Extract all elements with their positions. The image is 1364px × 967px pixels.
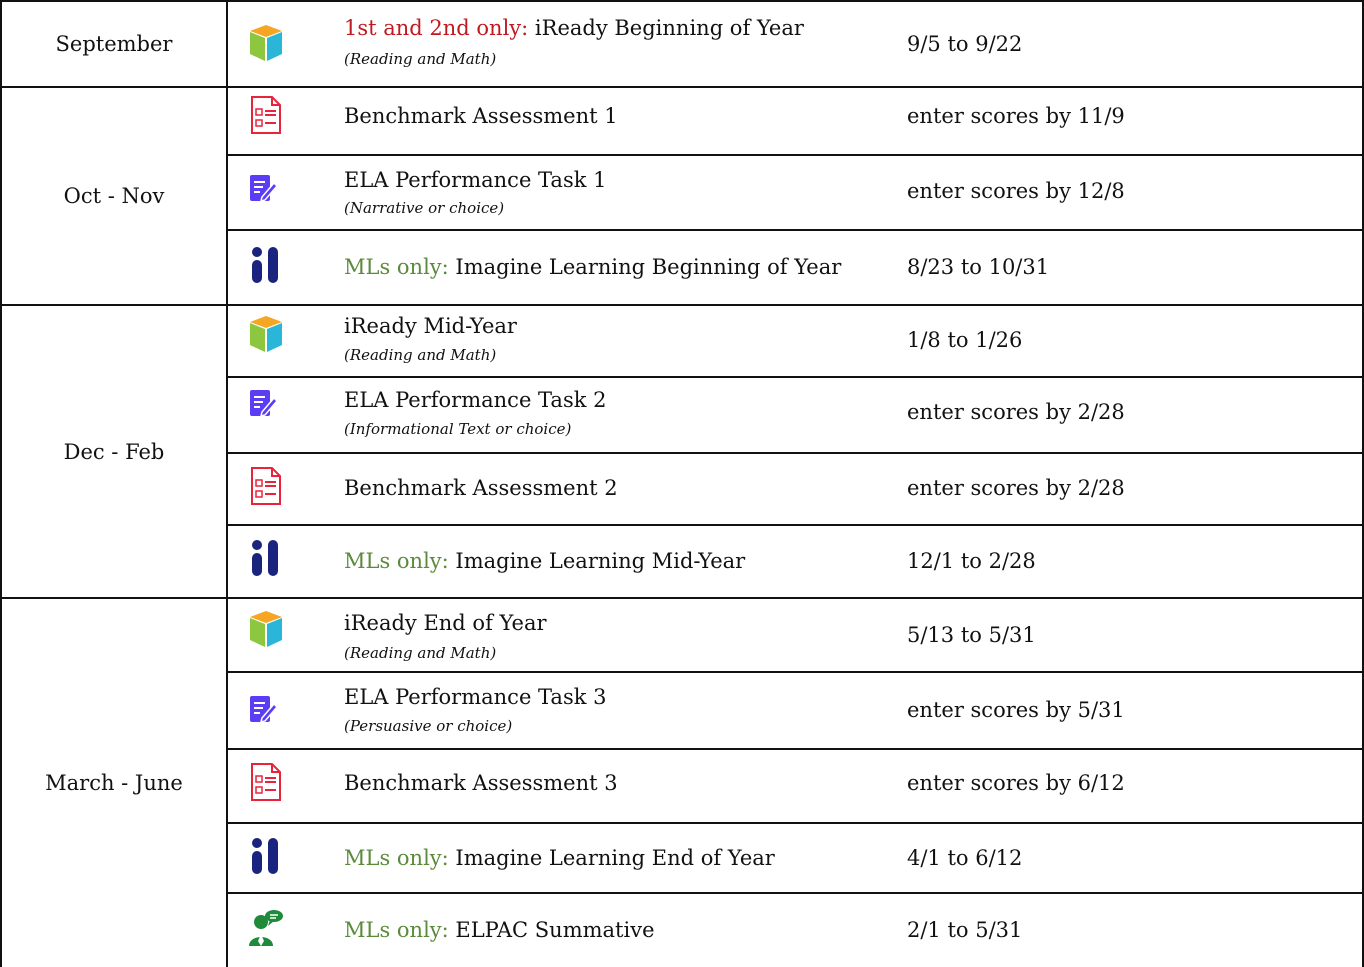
checklist-document-icon: [248, 466, 284, 506]
assessment-date: enter scores by 2/28: [907, 476, 1125, 500]
imagine-learning-icon: [248, 836, 284, 876]
iready-cube-icon: [248, 609, 284, 649]
assessment-name: ELA Performance Task 1: [344, 168, 607, 192]
ml-prefix: MLs only:: [344, 255, 456, 279]
assessment-subtitle: (Persuasive or choice): [344, 717, 513, 735]
assessment-title: Benchmark Assessment 3: [344, 771, 618, 795]
assessment-title: Benchmark Assessment 1: [344, 104, 618, 128]
edit-document-icon: [248, 694, 280, 724]
assessment-name: iReady Beginning of Year: [534, 16, 804, 40]
assessment-row: iReady End of Year (Reading and Math) 5/…: [228, 599, 1362, 671]
assessment-subtitle: (Informational Text or choice): [344, 420, 572, 438]
assessment-row: ELA Performance Task 2 (Informational Te…: [228, 378, 1362, 452]
assessment-name: ELPAC Summative: [455, 918, 655, 942]
assessment-title: ELA Performance Task 2: [344, 388, 606, 412]
assessment-title: ELA Performance Task 3: [344, 685, 606, 709]
period-label-oct-nov: Oct - Nov: [63, 184, 165, 208]
assessment-subtitle: (Reading and Math): [344, 644, 497, 662]
assessment-date: enter scores by 6/12: [907, 771, 1125, 795]
assessment-subtitle: (Narrative or choice): [344, 199, 505, 217]
assessment-row: MLs only: Imagine Learning Beginning of …: [228, 231, 1362, 304]
ml-prefix: MLs only:: [344, 918, 456, 942]
checklist-document-icon: [248, 762, 284, 802]
assessment-calendar-table: September Oct - Nov Dec - Feb March - Ju…: [0, 0, 1364, 967]
assessment-date: 5/13 to 5/31: [907, 623, 1036, 647]
assessment-title: iReady Mid-Year: [344, 314, 517, 338]
assessment-row: Benchmark Assessment 1 enter scores by 1…: [228, 88, 1362, 154]
assessment-date: 4/1 to 6/12: [907, 846, 1023, 870]
assessment-row: Benchmark Assessment 2 enter scores by 2…: [228, 454, 1362, 524]
grade-prefix: 1st and 2nd only:: [344, 16, 535, 40]
assessment-title: MLs only: Imagine Learning Beginning of …: [344, 255, 841, 279]
assessment-row: MLs only: Imagine Learning End of Year 4…: [228, 824, 1362, 892]
assessment-name: Benchmark Assessment 1: [344, 104, 618, 128]
assessment-row: 1st and 2nd only: iReady Beginning of Ye…: [228, 2, 1362, 86]
assessment-date: enter scores by 12/8: [907, 179, 1125, 203]
ml-prefix: MLs only:: [344, 549, 456, 573]
assessment-title: ELA Performance Task 1: [344, 168, 606, 192]
period-label-dec-feb: Dec - Feb: [63, 439, 165, 464]
assessment-name: iReady Mid-Year: [344, 314, 517, 338]
assessment-name: iReady End of Year: [344, 611, 547, 635]
assessment-title: iReady End of Year: [344, 611, 547, 635]
checklist-document-icon: [248, 95, 284, 135]
assessment-date: enter scores by 5/31: [907, 698, 1125, 722]
assessment-date: 1/8 to 1/26: [907, 328, 1023, 352]
assessment-row: iReady Mid-Year (Reading and Math) 1/8 t…: [228, 306, 1362, 376]
assessment-date: 2/1 to 5/31: [907, 918, 1023, 942]
iready-cube-icon: [248, 314, 284, 354]
assessment-title: MLs only: ELPAC Summative: [344, 918, 655, 942]
assessment-name: ELA Performance Task 3: [344, 685, 607, 709]
assessment-row: MLs only: Imagine Learning Mid-Year 12/1…: [228, 526, 1362, 597]
iready-cube-icon: [248, 23, 284, 63]
assessment-name: Benchmark Assessment 2: [344, 476, 618, 500]
assessment-row: ELA Performance Task 1 (Narrative or cho…: [228, 156, 1362, 229]
assessment-name: Imagine Learning Beginning of Year: [455, 255, 842, 279]
assessment-row: MLs only: ELPAC Summative 2/1 to 5/31: [228, 894, 1362, 967]
assessment-name: Imagine Learning Mid-Year: [455, 549, 746, 573]
assessment-name: Imagine Learning End of Year: [455, 846, 775, 870]
assessment-date: enter scores by 11/9: [907, 104, 1125, 128]
period-label-march-june: March - June: [45, 771, 183, 795]
assessment-name: ELA Performance Task 2: [344, 388, 607, 412]
assessment-date: 9/5 to 9/22: [907, 32, 1023, 56]
assessment-row: ELA Performance Task 3 (Persuasive or ch…: [228, 673, 1362, 748]
period-label-september: September: [55, 32, 173, 56]
edit-document-icon: [248, 173, 280, 203]
speaking-person-icon: [248, 908, 284, 948]
ml-prefix: MLs only:: [344, 846, 456, 870]
assessment-title: MLs only: Imagine Learning Mid-Year: [344, 549, 745, 573]
assessment-row: Benchmark Assessment 3 enter scores by 6…: [228, 750, 1362, 822]
edit-document-icon: [248, 388, 280, 418]
assessment-date: 12/1 to 2/28: [907, 549, 1036, 573]
assessment-date: enter scores by 2/28: [907, 400, 1125, 424]
assessment-title: Benchmark Assessment 2: [344, 476, 618, 500]
imagine-learning-icon: [248, 538, 284, 578]
assessment-title: MLs only: Imagine Learning End of Year: [344, 846, 775, 870]
assessment-date: 8/23 to 10/31: [907, 255, 1050, 279]
assessment-subtitle: (Reading and Math): [344, 50, 497, 68]
assessment-name: Benchmark Assessment 3: [344, 771, 618, 795]
assessment-title: 1st and 2nd only: iReady Beginning of Ye…: [344, 16, 804, 40]
imagine-learning-icon: [248, 245, 284, 285]
assessment-subtitle: (Reading and Math): [344, 346, 497, 364]
